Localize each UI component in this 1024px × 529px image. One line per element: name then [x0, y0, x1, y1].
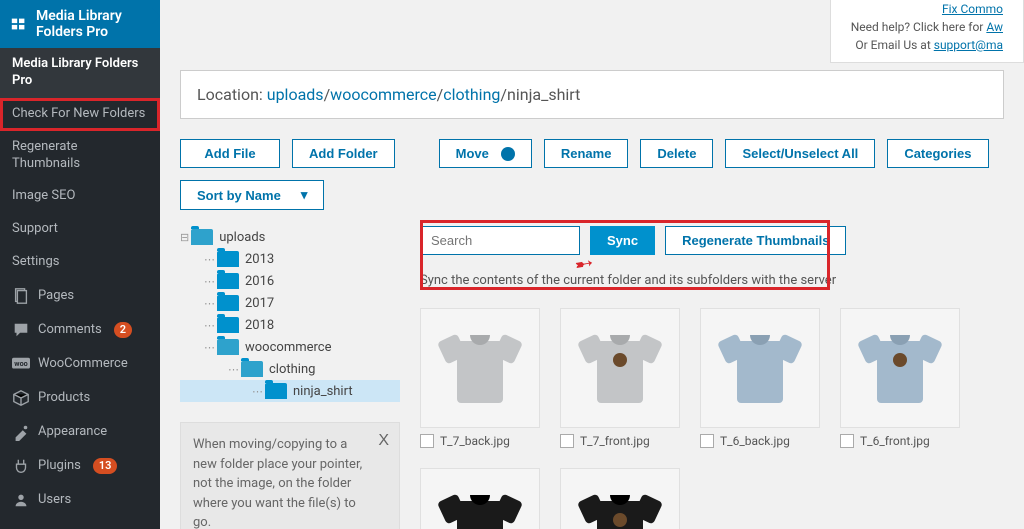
tree-node[interactable]: ⊟uploads: [180, 226, 400, 248]
breadcrumb: Location: uploads/woocommerce/clothing/n…: [180, 70, 1004, 119]
folder-icon: [217, 273, 239, 289]
sidebar-item-appearance[interactable]: Appearance: [0, 415, 160, 449]
thumbnail-filename: T_7_back.jpg: [440, 434, 510, 448]
folder-icon: [217, 317, 239, 333]
count-badge: 13: [93, 458, 118, 474]
thumbnail-image[interactable]: [560, 308, 680, 428]
sidebar-item[interactable]: Regenerate Thumbnails: [0, 131, 160, 181]
grid-column: Sync Regenerate Thumbnails ➸ Sync the co…: [420, 214, 1004, 529]
thumbnail-image[interactable]: [420, 308, 540, 428]
tree-node[interactable]: ⋯2017: [180, 292, 400, 314]
plugin-icon: [10, 15, 28, 33]
folder-icon: [241, 361, 263, 377]
thumbnail-item[interactable]: T_6_front.jpg: [840, 308, 960, 448]
thumbnail-filename: T_6_front.jpg: [860, 434, 930, 448]
svg-text:woo: woo: [14, 359, 27, 368]
info-box: X When moving/copying to a new folder pl…: [180, 422, 400, 529]
help-link-3[interactable]: support@ma: [934, 38, 1003, 52]
thumbnail-checkbox[interactable]: [420, 434, 434, 448]
thumbnail-checkbox[interactable]: [560, 434, 574, 448]
plugins-icon: [12, 457, 30, 475]
thumbnail-item[interactable]: [420, 468, 540, 529]
tree-node[interactable]: ⋯clothing: [180, 358, 400, 380]
toolbar: Add File Add Folder Move Rename Delete S…: [180, 139, 1004, 210]
close-icon[interactable]: X: [378, 429, 389, 453]
thumbnail-image[interactable]: [560, 468, 680, 529]
plugin-header[interactable]: Media Library Folders Pro: [0, 0, 160, 48]
move-toggle-icon: [501, 147, 515, 161]
move-button[interactable]: Move: [439, 139, 532, 168]
folder-icon: [217, 295, 239, 311]
sidebar-item-woocommerce[interactable]: wooWooCommerce: [0, 347, 160, 381]
folder-icon: [217, 251, 239, 267]
sidebar-section-title[interactable]: Media Library Folders Pro: [0, 48, 160, 98]
add-folder-button[interactable]: Add Folder: [292, 139, 395, 168]
thumbnail-image[interactable]: [420, 468, 540, 529]
info-text-1: When moving/copying to a new folder plac…: [193, 435, 369, 529]
thumbnail-checkbox[interactable]: [840, 434, 854, 448]
sidebar-item-pages[interactable]: Pages: [0, 279, 160, 313]
help-link-2[interactable]: Aw: [986, 20, 1003, 34]
delete-button[interactable]: Delete: [640, 139, 713, 168]
breadcrumb-link[interactable]: clothing: [443, 85, 500, 104]
sidebar-item-products[interactable]: Products: [0, 381, 160, 415]
regenerate-thumbnails-button[interactable]: Regenerate Thumbnails: [665, 226, 846, 255]
help-block: Fix Commo Need help? Click here for Aw O…: [830, 0, 1024, 63]
breadcrumb-link[interactable]: woocommerce: [330, 85, 436, 104]
tree-node[interactable]: ⋯2018: [180, 314, 400, 336]
woo-icon: woo: [12, 355, 30, 373]
folder-icon: [265, 383, 287, 399]
pages-icon: [12, 287, 30, 305]
folder-icon: [217, 339, 239, 355]
admin-sidebar: Media Library Folders Pro Media Library …: [0, 0, 160, 529]
breadcrumb-link[interactable]: uploads: [267, 85, 324, 104]
folder-icon: [191, 229, 213, 245]
count-badge: 2: [114, 322, 132, 338]
select-all-button[interactable]: Select/Unselect All: [725, 139, 875, 168]
location-label: Location:: [197, 85, 267, 104]
thumbnail-item[interactable]: T_7_front.jpg: [560, 308, 680, 448]
users-icon: [12, 491, 30, 509]
sidebar-item[interactable]: Support: [0, 213, 160, 246]
folder-tree: ⊟uploads⋯2013⋯2016⋯2017⋯2018⋯woocommerce…: [180, 226, 400, 402]
appearance-icon: [12, 423, 30, 441]
chevron-down-icon: ▾: [301, 187, 308, 203]
thumbnail-checkbox[interactable]: [700, 434, 714, 448]
sidebar-item[interactable]: Check For New Folders: [0, 98, 160, 131]
plugin-header-label: Media Library Folders Pro: [36, 8, 150, 40]
sync-button[interactable]: Sync: [590, 226, 655, 255]
location-current: ninja_shirt: [507, 85, 580, 104]
sidebar-item[interactable]: Settings: [0, 246, 160, 279]
sync-description: Sync the contents of the current folder …: [420, 273, 1004, 288]
thumbnail-grid: T_7_back.jpg T_7_front.jpg T_6_back.jpg T_6…: [420, 308, 1004, 529]
sort-button[interactable]: Sort by Name ▾: [180, 180, 324, 210]
thumbnail-filename: T_6_back.jpg: [720, 434, 790, 448]
thumbnail-filename: T_7_front.jpg: [580, 434, 650, 448]
tree-node[interactable]: ⋯2016: [180, 270, 400, 292]
search-input[interactable]: [420, 226, 580, 255]
help-link-1[interactable]: Fix Commo: [942, 2, 1003, 16]
sidebar-item-comments[interactable]: Comments2: [0, 313, 160, 347]
folder-tree-column: ⊟uploads⋯2013⋯2016⋯2017⋯2018⋯woocommerce…: [180, 210, 400, 529]
sidebar-item-users[interactable]: Users: [0, 483, 160, 517]
categories-button[interactable]: Categories: [887, 139, 988, 168]
rename-button[interactable]: Rename: [544, 139, 629, 168]
tree-node[interactable]: ⋯2013: [180, 248, 400, 270]
sidebar-item-plugins[interactable]: Plugins13: [0, 449, 160, 483]
thumbnail-item[interactable]: T_6_back.jpg: [700, 308, 820, 448]
thumbnail-image[interactable]: [700, 308, 820, 428]
comments-icon: [12, 321, 30, 339]
tree-node[interactable]: ⋯ninja_shirt: [180, 380, 400, 402]
secondary-toolbar: Sync Regenerate Thumbnails ➸: [420, 226, 1004, 255]
main-content: Fix Commo Need help? Click here for Aw O…: [160, 0, 1024, 529]
tree-node[interactable]: ⋯woocommerce: [180, 336, 400, 358]
thumbnail-image[interactable]: [840, 308, 960, 428]
products-icon: [12, 389, 30, 407]
thumbnail-item[interactable]: [560, 468, 680, 529]
sidebar-item[interactable]: Image SEO: [0, 180, 160, 213]
thumbnail-item[interactable]: T_7_back.jpg: [420, 308, 540, 448]
add-file-button[interactable]: Add File: [180, 139, 280, 168]
